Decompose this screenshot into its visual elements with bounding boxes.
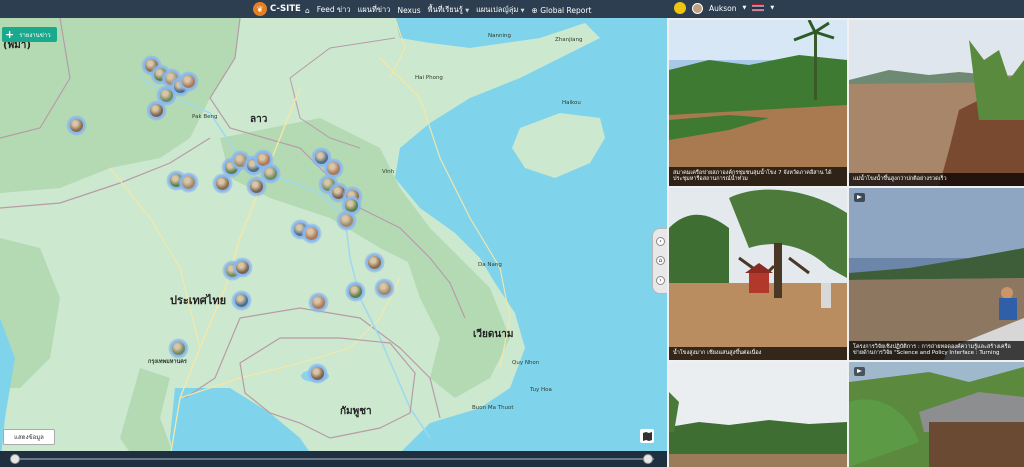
map-label-vietnam: เวียดนาม xyxy=(473,329,514,340)
map-basemap[interactable] xyxy=(0,18,667,467)
nav-learning-space[interactable]: พื้นที่เรียนรู้ ▼ xyxy=(428,4,469,16)
news-marker[interactable] xyxy=(338,212,355,229)
caret-down-icon[interactable]: ▼ xyxy=(770,5,774,11)
map-label-da-nang: Da Nang xyxy=(478,262,502,268)
map-icon xyxy=(642,431,652,441)
map-label-myanmar: (พม่า) xyxy=(3,40,31,51)
home-icon[interactable]: ⌂ xyxy=(305,6,310,15)
map-label-hai-phong: Hai Phong xyxy=(415,75,443,81)
news-marker[interactable] xyxy=(148,102,165,119)
map-label-zhanjiang: Zhanjiang xyxy=(555,37,583,43)
top-navbar: ❦ C-SITE ⌂ Feed ข่าว แผนที่ข่าว Nexus พื… xyxy=(0,0,1024,18)
map-label-bangkok: กรุงเทพมหานคร xyxy=(148,359,187,365)
map-label-vinh: Vinh xyxy=(382,169,395,175)
news-card[interactable]: โครงการวิจัยเชิงปฏิบัติการ : การถ่ายทอดอ… xyxy=(849,188,1024,360)
map-label-haikou: Haikou xyxy=(562,100,581,106)
caret-down-icon[interactable]: ▼ xyxy=(742,5,746,11)
nav-learning-space-label: พื้นที่เรียนรู้ xyxy=(427,5,463,14)
news-photo xyxy=(849,188,1024,360)
nav-nexus-label: Nexus xyxy=(397,5,421,15)
add-news-label: รายงานข่าว xyxy=(19,31,51,39)
timeline-slider[interactable] xyxy=(0,451,667,467)
timeline-track xyxy=(14,458,654,460)
news-card[interactable] xyxy=(669,362,847,467)
caret-down-icon: ▼ xyxy=(520,8,525,14)
nav-basin-plan-label: แผนเปลญ์ลุ่ม xyxy=(476,5,519,14)
news-marker[interactable] xyxy=(233,292,250,309)
map-side-nav: ‹ ⌂ › xyxy=(652,228,667,294)
map-label-thailand: ประเทศไทย xyxy=(170,294,227,307)
nav-news-map-label: แผนที่ข่าว xyxy=(357,5,391,14)
map-label-quy-nhon: Quy Nhon xyxy=(512,360,540,366)
show-data-button[interactable]: แสดงข้อมูล xyxy=(3,429,55,445)
news-marker[interactable] xyxy=(309,365,326,382)
news-card[interactable]: น้ำโขงสูงมาก เชียงแสนสูงขึ้นต่อเนื่อง xyxy=(669,188,847,360)
home-icon[interactable]: ⌂ xyxy=(656,256,665,266)
brand-name: C-SITE xyxy=(270,4,301,14)
add-news-button[interactable]: + รายงานข่าว xyxy=(2,27,57,42)
news-marker[interactable] xyxy=(158,87,175,104)
news-marker[interactable] xyxy=(262,165,279,182)
leaf-logo-icon: ❦ xyxy=(253,2,267,16)
news-marker[interactable] xyxy=(234,259,251,276)
main-nav: ⌂ Feed ข่าว แผนที่ข่าว Nexus พื้นที่เรีย… xyxy=(305,4,591,16)
map-label-tuy-hoa: Tuy Hoa xyxy=(530,387,552,393)
news-caption: โครงการวิจัยเชิงปฏิบัติการ : การถ่ายทอดอ… xyxy=(849,340,1024,360)
news-map[interactable]: (พม่า) ลาว ประเทศไทย เวียดนาม กัมพูชา Zh… xyxy=(0,18,667,467)
news-marker[interactable] xyxy=(366,254,383,271)
news-card[interactable] xyxy=(849,362,1024,467)
map-label-buon-ma-thuot: Buon Ma Thuot xyxy=(472,405,514,411)
news-marker[interactable] xyxy=(180,73,197,90)
timeline-end-handle[interactable] xyxy=(643,454,653,464)
news-photo xyxy=(849,20,1024,186)
news-photo xyxy=(849,362,1024,467)
news-marker[interactable] xyxy=(180,174,197,191)
nav-basin-plan[interactable]: แผนเปลญ์ลุ่ม ▼ xyxy=(476,4,524,16)
sun-icon[interactable] xyxy=(674,2,686,14)
news-marker[interactable] xyxy=(325,160,342,177)
news-marker[interactable] xyxy=(68,117,85,134)
news-marker[interactable] xyxy=(376,280,393,297)
news-card[interactable]: สมาคมเครือข่ายสภาองค์กรชุมชนลุ่มน้ำโขง 7… xyxy=(669,20,847,186)
news-caption: แม่น้ำโขงน้ำขึ้นสูงกว่าปกติอย่างรวดเร็ว xyxy=(849,173,1024,186)
nav-news-map[interactable]: แผนที่ข่าว xyxy=(358,4,391,16)
nav-global-report-label: Global Report xyxy=(540,5,592,15)
nav-right: Aukson ▼ ▼ xyxy=(674,2,774,14)
nav-feed[interactable]: Feed ข่าว xyxy=(317,4,351,16)
video-icon xyxy=(854,193,865,202)
video-icon xyxy=(854,367,865,376)
nav-global-report[interactable]: ⊕ Global Report xyxy=(532,6,592,15)
map-label-nanning: Nanning xyxy=(488,33,511,39)
news-marker[interactable] xyxy=(170,340,187,357)
news-marker[interactable] xyxy=(214,175,231,192)
map-label-cambodia: กัมพูชา xyxy=(340,406,372,417)
news-marker[interactable] xyxy=(310,294,327,311)
news-caption: น้ำโขงสูงมาก เชียงแสนสูงขึ้นต่อเนื่อง xyxy=(669,347,847,360)
news-marker[interactable] xyxy=(347,283,364,300)
user-menu[interactable]: Aukson xyxy=(709,4,736,13)
news-photo xyxy=(669,20,847,186)
avatar[interactable] xyxy=(692,2,703,14)
plus-icon: + xyxy=(5,28,15,41)
map-layers-button[interactable] xyxy=(640,429,654,443)
news-photo xyxy=(669,362,847,467)
map-label-laos: ลาว xyxy=(250,114,268,125)
brand[interactable]: ❦ C-SITE xyxy=(253,2,301,16)
timeline-start-handle[interactable] xyxy=(10,454,20,464)
news-photo-gallery: สมาคมเครือข่ายสภาองค์กรชุมชนลุ่มน้ำโขง 7… xyxy=(667,18,1024,467)
news-marker[interactable] xyxy=(303,225,320,242)
thai-flag-icon[interactable] xyxy=(752,4,765,12)
news-card[interactable]: แม่น้ำโขงน้ำขึ้นสูงกว่าปกติอย่างรวดเร็ว xyxy=(849,20,1024,186)
map-label-pak-beng: Pak Beng xyxy=(192,114,218,120)
nav-feed-label: Feed ข่าว xyxy=(316,5,351,14)
caret-down-icon: ▼ xyxy=(465,8,470,14)
news-marker[interactable] xyxy=(248,178,265,195)
news-caption: สมาคมเครือข่ายสภาองค์กรชุมชนลุ่มน้ำโขง 7… xyxy=(669,166,847,186)
globe-icon: ⊕ xyxy=(531,5,538,15)
news-photo xyxy=(669,188,847,360)
nav-nexus[interactable]: Nexus xyxy=(397,6,420,15)
chevron-left-icon[interactable]: ‹ xyxy=(656,237,665,247)
chevron-right-icon[interactable]: › xyxy=(656,275,665,285)
